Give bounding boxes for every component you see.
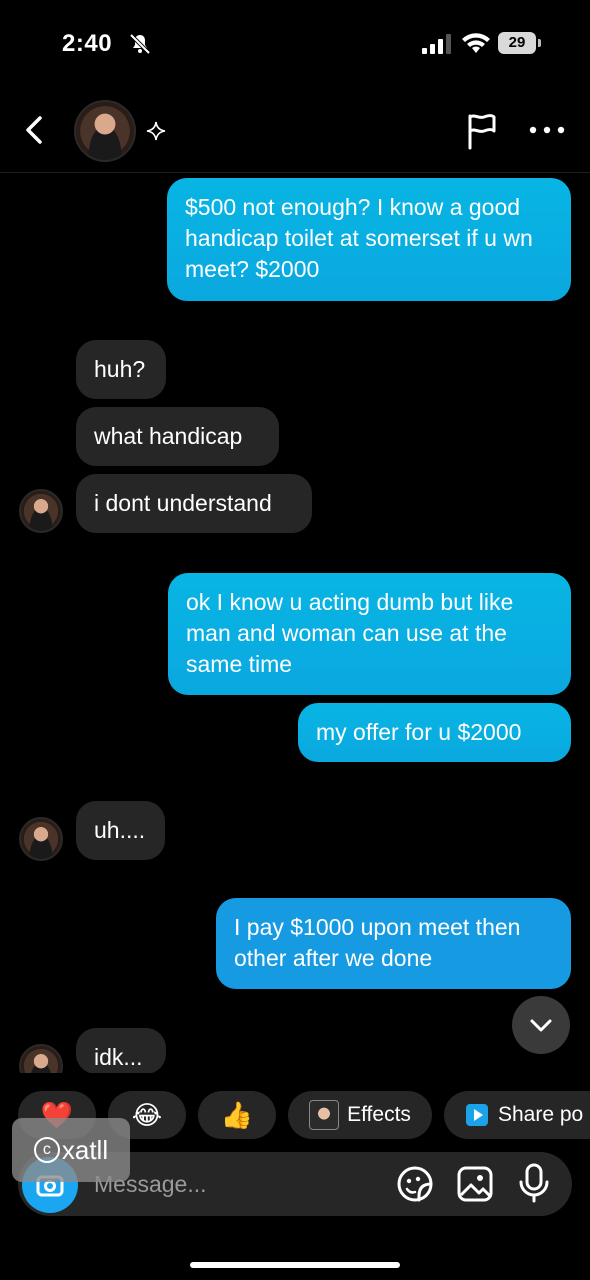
share-post-button[interactable]: Share po <box>444 1091 590 1139</box>
bell-muted-icon <box>129 33 151 55</box>
share-label: Share po <box>498 1103 584 1126</box>
thumbs-up-icon: 👍 <box>220 1099 254 1130</box>
message-received[interactable]: what handicap <box>76 407 279 466</box>
message-text: i dont understand <box>94 490 272 516</box>
watermark: c xatll <box>12 1118 130 1182</box>
battery-icon: 29 <box>498 32 542 54</box>
message-text: idk... <box>94 1044 143 1070</box>
gallery-icon[interactable] <box>456 1165 494 1203</box>
message-sent[interactable]: ok I know u acting dumb but like man and… <box>168 573 571 695</box>
watermark-text: xatll <box>61 1134 109 1165</box>
microphone-icon[interactable] <box>516 1163 552 1203</box>
effects-button[interactable]: Effects <box>288 1091 432 1139</box>
sender-avatar[interactable] <box>19 489 63 533</box>
message-text: my offer for u $2000 <box>316 719 522 745</box>
scroll-to-bottom-button[interactable] <box>512 996 570 1054</box>
quick-reaction-thumbs-up[interactable]: 👍 <box>198 1091 276 1139</box>
message-text: huh? <box>94 356 146 382</box>
play-icon <box>466 1104 488 1126</box>
flag-icon[interactable] <box>464 112 500 150</box>
battery-level: 29 <box>508 34 526 51</box>
message-received[interactable]: huh? <box>76 340 166 399</box>
message-text: ok I know u acting dumb but like man and… <box>186 589 514 677</box>
copyright-icon: c <box>33 1137 60 1163</box>
message-text: $500 not enough? I know a good handicap … <box>185 194 533 282</box>
home-indicator[interactable] <box>190 1262 400 1268</box>
more-options-icon[interactable] <box>527 118 567 142</box>
sparkle-icon[interactable] <box>146 121 166 141</box>
message-received[interactable]: idk... <box>76 1028 166 1074</box>
message-input[interactable] <box>94 1166 374 1202</box>
laugh-emoji-icon: 😂 <box>131 1099 163 1130</box>
message-received[interactable]: uh.... <box>76 801 165 860</box>
contact-avatar[interactable] <box>74 100 136 162</box>
message-received[interactable]: i dont understand <box>76 474 312 533</box>
status-time: 2:40 <box>62 30 113 57</box>
header-divider <box>0 172 590 173</box>
message-text: I pay $1000 upon meet then other after w… <box>234 914 521 971</box>
list-fade <box>0 1073 590 1091</box>
signal-icon <box>422 34 451 54</box>
chevron-down-icon <box>530 1019 552 1032</box>
message-sent[interactable]: I pay $1000 upon meet then other after w… <box>216 898 571 989</box>
sticker-icon[interactable] <box>396 1165 434 1203</box>
message-sent[interactable]: $500 not enough? I know a good handicap … <box>167 178 571 301</box>
message-text: uh.... <box>94 817 146 843</box>
wifi-icon <box>462 33 490 53</box>
message-text: what handicap <box>94 423 243 449</box>
sender-avatar[interactable] <box>19 817 63 861</box>
effects-thumbnail-icon <box>309 1100 340 1130</box>
message-sent[interactable]: my offer for u $2000 <box>298 703 571 762</box>
effects-label: Effects <box>347 1103 411 1126</box>
back-arrow-icon[interactable] <box>18 112 54 148</box>
